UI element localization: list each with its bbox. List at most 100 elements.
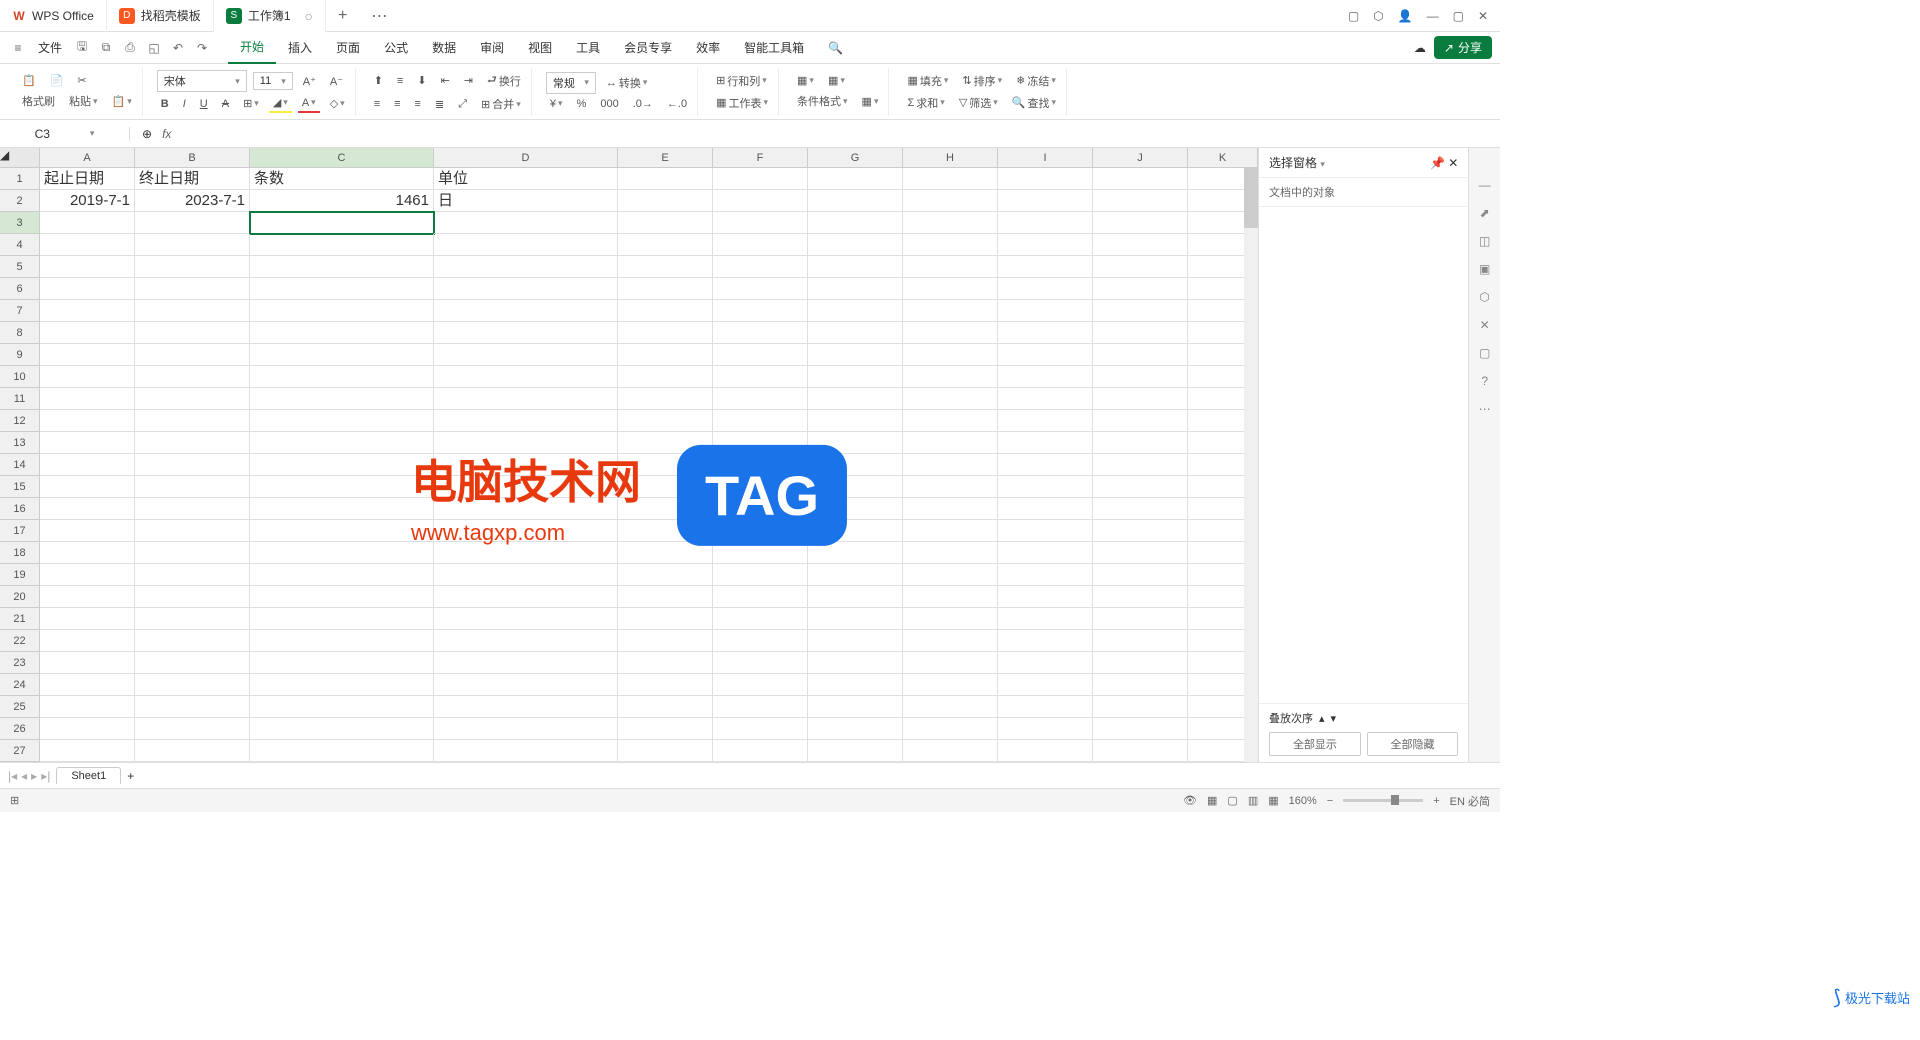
cell[interactable] — [434, 674, 618, 696]
cell[interactable] — [808, 278, 903, 300]
cell[interactable] — [713, 432, 808, 454]
col-header-I[interactable]: I — [998, 148, 1093, 167]
pin-icon[interactable]: 📌 — [1430, 156, 1445, 170]
prev-sheet-icon[interactable]: ◂ — [21, 769, 27, 783]
cell[interactable] — [1093, 476, 1188, 498]
cell[interactable] — [135, 630, 250, 652]
cell[interactable] — [998, 696, 1093, 718]
redo-icon[interactable]: ↷ — [192, 41, 212, 55]
cell[interactable] — [40, 256, 135, 278]
tab-wps[interactable]: W WPS Office — [0, 0, 107, 32]
view-break-icon[interactable]: ▦ — [1268, 794, 1278, 807]
cell[interactable] — [434, 256, 618, 278]
cell[interactable] — [808, 234, 903, 256]
indent-inc-icon[interactable]: ⇥ — [460, 72, 477, 89]
cell[interactable] — [808, 168, 903, 190]
underline-button[interactable]: U — [196, 96, 212, 112]
row-header[interactable]: 23 — [0, 652, 40, 674]
cell[interactable] — [713, 212, 808, 234]
align-top-icon[interactable]: ⬆ — [370, 72, 387, 89]
indent-dec-icon[interactable]: ⇤ — [437, 72, 454, 89]
menu-review[interactable]: 审阅 — [468, 32, 516, 64]
cell[interactable] — [434, 542, 618, 564]
cell[interactable] — [40, 652, 135, 674]
cell[interactable] — [618, 168, 713, 190]
cell[interactable] — [998, 740, 1093, 762]
merge-button[interactable]: ⊞ 合并▾ — [477, 94, 525, 114]
cell[interactable] — [998, 476, 1093, 498]
row-header[interactable]: 14 — [0, 454, 40, 476]
lang-indicator[interactable]: EN 必简 — [1450, 793, 1490, 809]
paste-button[interactable]: 粘贴▾ — [65, 91, 102, 111]
cell[interactable] — [808, 322, 903, 344]
cell[interactable] — [135, 520, 250, 542]
cell[interactable] — [808, 564, 903, 586]
number-format-select[interactable]: 常规▾ — [546, 72, 596, 94]
cell[interactable] — [713, 564, 808, 586]
cell[interactable] — [250, 300, 434, 322]
cell[interactable] — [1093, 498, 1188, 520]
cube-icon[interactable]: ⬡ — [1373, 9, 1383, 23]
cell[interactable] — [434, 608, 618, 630]
status-icon[interactable]: ⊞ — [10, 794, 19, 807]
cell[interactable] — [1093, 410, 1188, 432]
cell[interactable] — [903, 300, 998, 322]
sum-button[interactable]: Σ 求和▾ — [903, 93, 948, 113]
paste-icon[interactable]: 📋 — [18, 72, 40, 89]
cell[interactable] — [903, 498, 998, 520]
cell[interactable] — [618, 454, 713, 476]
cell[interactable] — [250, 674, 434, 696]
cell[interactable] — [618, 190, 713, 212]
cell[interactable] — [808, 476, 903, 498]
cell[interactable] — [998, 674, 1093, 696]
cell[interactable] — [40, 278, 135, 300]
cell[interactable] — [434, 300, 618, 322]
chevron-down-icon[interactable]: ▾ — [90, 128, 95, 139]
cell[interactable] — [998, 322, 1093, 344]
cell[interactable] — [998, 278, 1093, 300]
cell-style-icon[interactable]: ▦▾ — [824, 72, 849, 89]
menu-page[interactable]: 页面 — [324, 32, 372, 64]
cell[interactable] — [618, 476, 713, 498]
cell[interactable] — [998, 388, 1093, 410]
cell[interactable] — [808, 498, 903, 520]
cell[interactable] — [434, 432, 618, 454]
cell[interactable] — [40, 630, 135, 652]
row-header[interactable]: 21 — [0, 608, 40, 630]
cell[interactable] — [713, 168, 808, 190]
cell[interactable] — [903, 564, 998, 586]
filter-button[interactable]: ▽ 筛选▾ — [955, 93, 1002, 113]
percent-icon[interactable]: % — [573, 96, 591, 112]
sort-button[interactable]: ⇅ 排序▾ — [958, 71, 1006, 91]
cell[interactable] — [434, 344, 618, 366]
cell[interactable] — [713, 586, 808, 608]
cell[interactable] — [713, 344, 808, 366]
grid-icon[interactable]: ▦ — [1207, 794, 1217, 807]
cell[interactable] — [713, 740, 808, 762]
cell[interactable] — [434, 630, 618, 652]
row-header[interactable]: 18 — [0, 542, 40, 564]
cell[interactable] — [40, 410, 135, 432]
cell[interactable] — [40, 432, 135, 454]
row-header[interactable]: 5 — [0, 256, 40, 278]
cell[interactable] — [40, 388, 135, 410]
cell[interactable] — [618, 212, 713, 234]
cell[interactable] — [618, 432, 713, 454]
cell[interactable] — [1093, 234, 1188, 256]
cell[interactable] — [434, 454, 618, 476]
cell[interactable] — [808, 542, 903, 564]
cell[interactable] — [618, 586, 713, 608]
cell[interactable] — [135, 542, 250, 564]
orientation-icon[interactable]: ⤢ — [454, 96, 471, 113]
currency-icon[interactable]: ¥▾ — [546, 96, 567, 112]
col-header-J[interactable]: J — [1093, 148, 1188, 167]
cell[interactable] — [808, 366, 903, 388]
cell[interactable]: 起止日期 — [40, 168, 135, 190]
cloud-icon[interactable]: ☁ — [1414, 41, 1426, 55]
cell[interactable] — [618, 718, 713, 740]
cell[interactable] — [713, 542, 808, 564]
cell[interactable] — [135, 388, 250, 410]
italic-button[interactable]: I — [179, 96, 190, 112]
cell[interactable] — [618, 344, 713, 366]
cell[interactable] — [1093, 630, 1188, 652]
